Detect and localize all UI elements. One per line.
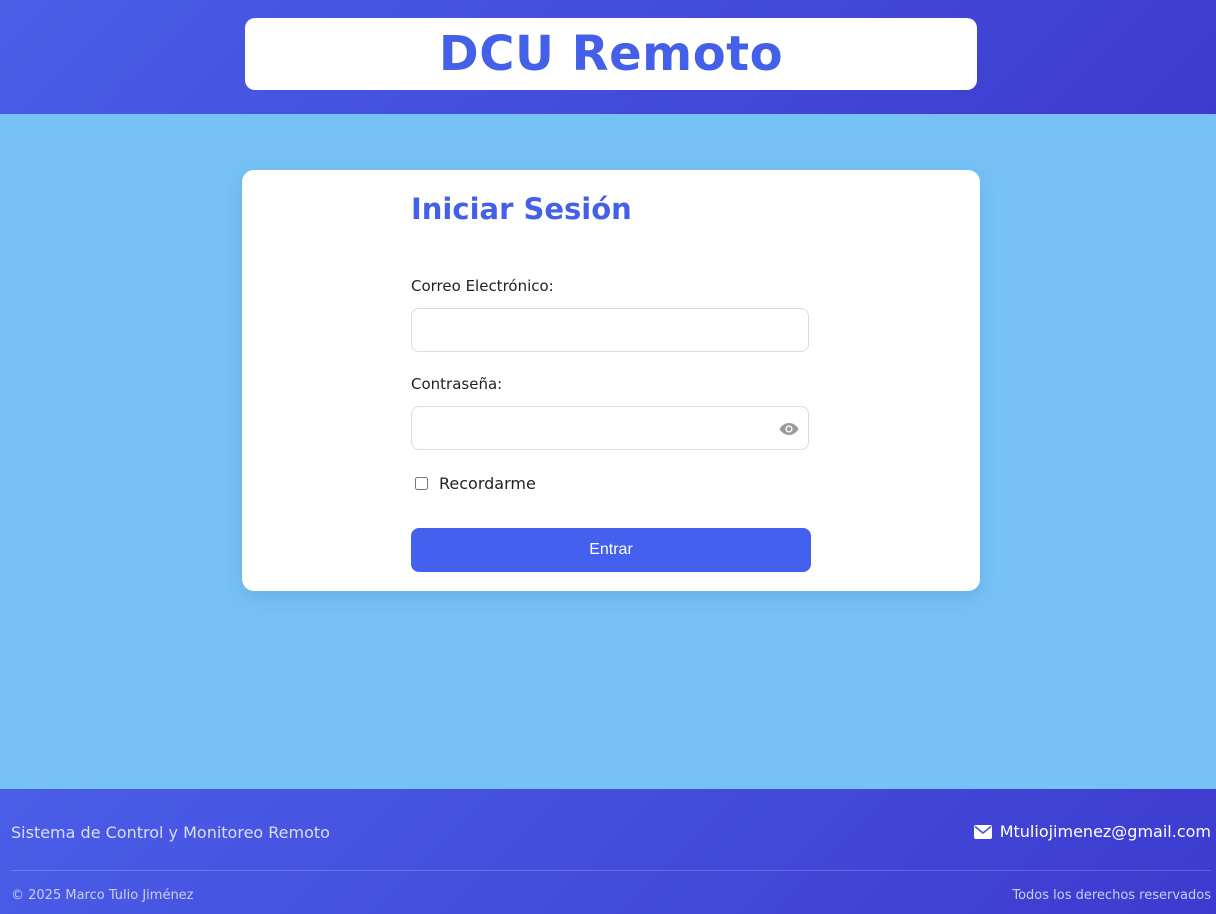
footer-description: Sistema de Control y Monitoreo Remoto <box>11 823 330 842</box>
footer-email[interactable]: Mtuliojimenez@gmail.com <box>973 822 1211 841</box>
remember-me[interactable]: Recordarme <box>415 474 536 493</box>
page-footer: Sistema de Control y Monitoreo Remoto Mt… <box>0 789 1216 914</box>
title-banner: DCU Remoto <box>245 18 977 90</box>
login-heading: Iniciar Sesión <box>411 192 632 226</box>
app-title: DCU Remoto <box>438 26 784 82</box>
email-label: Correo Electrónico: <box>411 277 554 295</box>
footer-rights: Todos los derechos reservados <box>1012 888 1211 903</box>
eye-icon[interactable] <box>778 420 800 438</box>
footer-divider <box>11 870 1211 871</box>
remember-checkbox[interactable] <box>415 477 428 490</box>
envelope-icon <box>973 824 992 839</box>
footer-email-text[interactable]: Mtuliojimenez@gmail.com <box>1000 822 1211 841</box>
footer-copyright: © 2025 Marco Tulio Jiménez <box>11 888 194 903</box>
remember-label: Recordarme <box>439 474 536 493</box>
login-card: Iniciar Sesión Correo Electrónico: Contr… <box>242 170 980 591</box>
email-input[interactable] <box>411 308 809 352</box>
password-input[interactable] <box>411 406 809 450</box>
password-label: Contraseña: <box>411 375 503 393</box>
page-header: DCU Remoto <box>0 0 1216 114</box>
submit-button[interactable]: Entrar <box>411 528 811 572</box>
